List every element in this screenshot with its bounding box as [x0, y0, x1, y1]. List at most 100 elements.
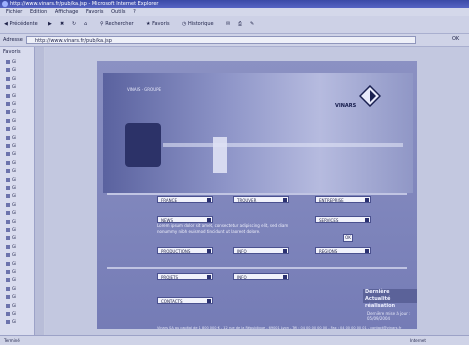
favorites-item[interactable]: Gi — [6, 101, 30, 107]
favorites-item[interactable]: Gi — [6, 311, 30, 317]
ie-icon — [2, 1, 8, 7]
select-projects[interactable]: PROJETS — [157, 273, 213, 280]
favorites-item[interactable]: Gi — [6, 303, 30, 309]
favorites-item-label: Gi — [12, 252, 17, 258]
folder-icon — [6, 236, 10, 241]
vinars-logo-icon — [359, 85, 381, 107]
favorites-item[interactable]: Gi — [6, 193, 30, 199]
favorites-item[interactable]: Gi — [6, 294, 30, 300]
favorites-item[interactable]: Gi — [6, 261, 30, 267]
toolbar: ◀ Précédente ▶ ✖ ↻ ⌂ ⚲ Rechercher ★ Favo… — [0, 16, 469, 34]
select-productions[interactable]: PRODUCTIONS — [157, 247, 213, 254]
favorites-item[interactable]: Gi — [6, 252, 30, 258]
favorites-item[interactable]: Gi — [6, 59, 30, 65]
home-icon[interactable]: ⌂ — [84, 20, 87, 29]
favorites-item-label: Gi — [12, 235, 17, 241]
favorites-item-label: Gi — [12, 285, 17, 291]
favorites-item[interactable]: Gi — [6, 219, 30, 225]
footer-text: Vinars SA au capital de 1 800 000 € - 12… — [157, 326, 402, 330]
mail-icon[interactable]: ✉ — [226, 20, 230, 29]
favorites-item[interactable]: Gi — [6, 109, 30, 115]
favorites-item[interactable]: Gi — [6, 67, 30, 73]
favorites-item[interactable]: Gi — [6, 177, 30, 183]
select-contacts[interactable]: CONTACTS — [157, 297, 213, 304]
favorites-item-label: Gi — [12, 277, 17, 283]
menu-favorites[interactable]: Favoris — [86, 9, 104, 15]
refresh-icon[interactable]: ↻ — [72, 20, 76, 29]
favorites-item[interactable]: Gi — [6, 160, 30, 166]
back-button[interactable]: ◀ Précédente — [4, 20, 38, 29]
favorites-item[interactable]: Gi — [6, 210, 30, 216]
select-regions[interactable]: REGIONS — [315, 247, 371, 254]
select-info[interactable]: INFO — [233, 247, 289, 254]
favorites-item-label: Gi — [12, 67, 17, 73]
folder-icon — [6, 270, 10, 274]
select-news[interactable]: NEWS — [157, 216, 213, 223]
favorites-item[interactable]: Gi — [6, 168, 30, 174]
favorites-item[interactable]: Gi — [6, 202, 30, 208]
chevron-down-icon — [207, 275, 211, 279]
folder-icon — [6, 102, 10, 106]
favorites-item[interactable]: Gi — [6, 76, 30, 82]
go-button[interactable]: OK — [452, 36, 459, 42]
vinars-logo-text: VINARS — [335, 103, 357, 109]
folder-icon — [6, 303, 10, 308]
address-bar: Adresse http://www.vinars.fr/pub/ka.jsp … — [0, 34, 469, 47]
folder-icon — [6, 110, 10, 115]
pane-scrollbar[interactable] — [35, 47, 44, 335]
select-info-2[interactable]: INFO — [233, 273, 289, 280]
site-nav-label[interactable]: VINAIS · GROUPE — [127, 87, 161, 92]
favorites-item[interactable]: Gi — [6, 319, 30, 325]
favorites-item[interactable]: Gi — [6, 227, 30, 233]
print-icon[interactable]: ⎙ — [238, 20, 242, 29]
news-ok-button[interactable]: OK — [343, 234, 353, 242]
favorites-item[interactable]: Gi — [6, 143, 30, 149]
menu-help[interactable]: ? — [133, 9, 136, 15]
select-services[interactable]: SERVICES — [315, 216, 371, 223]
folder-icon — [6, 93, 10, 98]
folder-icon — [6, 211, 10, 216]
favorites-item[interactable]: Gi — [6, 126, 30, 132]
select-find[interactable]: TROUVER — [233, 196, 289, 203]
search-button[interactable]: ⚲ Rechercher — [100, 20, 134, 29]
address-input[interactable]: http://www.vinars.fr/pub/ka.jsp — [26, 36, 416, 44]
favorites-item[interactable]: Gi — [6, 151, 30, 157]
menu-tools[interactable]: Outils — [111, 9, 125, 15]
favorites-item-label: Gi — [12, 101, 17, 106]
menu-file[interactable]: Fichier — [6, 9, 22, 15]
favorites-item[interactable]: Gi — [6, 269, 30, 275]
favorites-item[interactable]: Gi — [6, 185, 30, 191]
favorites-item[interactable]: Gi — [6, 93, 30, 99]
forward-icon[interactable]: ▶ — [48, 20, 52, 29]
menu-view[interactable]: Affichage — [55, 9, 79, 15]
favorites-item-label: Gi — [12, 243, 17, 249]
history-button[interactable]: ◷ Historique — [182, 20, 214, 29]
favorites-item-label: Gi — [12, 151, 17, 157]
folder-icon — [6, 60, 10, 64]
favorites-pane: Favoris Gi Gi Gi Gi Gi Gi Gi Gi Gi Gi Gi Gi Gi Gi Gi Gi… — [0, 47, 35, 335]
favorites-pane-title: Favoris — [3, 49, 21, 55]
last-update: Dernière mise à jour : 05/09/2004 — [367, 311, 411, 321]
favorites-item[interactable]: Gi — [6, 277, 30, 283]
favorites-item[interactable]: Gi — [6, 135, 30, 141]
chevron-down-icon — [207, 218, 211, 222]
favorites-item[interactable]: Gi — [6, 118, 30, 124]
menu-edit[interactable]: Edition — [30, 9, 47, 15]
news-banner[interactable]: Dernière Actualité réalisation — [363, 289, 417, 309]
favorites-item-label: Gi — [12, 294, 17, 300]
favorites-item[interactable]: Gi — [6, 286, 30, 292]
address-label: Adresse — [3, 37, 23, 43]
favorites-item[interactable]: Gi — [6, 244, 30, 250]
favorites-item-label: Gi — [12, 159, 17, 165]
edit-icon[interactable]: ✎ — [250, 20, 254, 29]
favorites-button[interactable]: ★ Favoris — [146, 20, 170, 29]
favorites-item-label: Gi — [12, 319, 17, 325]
favorites-item-label: Gi — [12, 59, 17, 64]
favorites-item[interactable]: Gi — [6, 84, 30, 90]
select-company[interactable]: ENTREPRISE — [315, 196, 371, 203]
stop-icon[interactable]: ✖ — [60, 20, 64, 29]
chevron-down-icon — [283, 198, 287, 202]
select-country[interactable]: FRANCE — [157, 196, 213, 203]
folder-icon — [6, 202, 10, 207]
favorites-item[interactable]: Gi — [6, 235, 30, 241]
